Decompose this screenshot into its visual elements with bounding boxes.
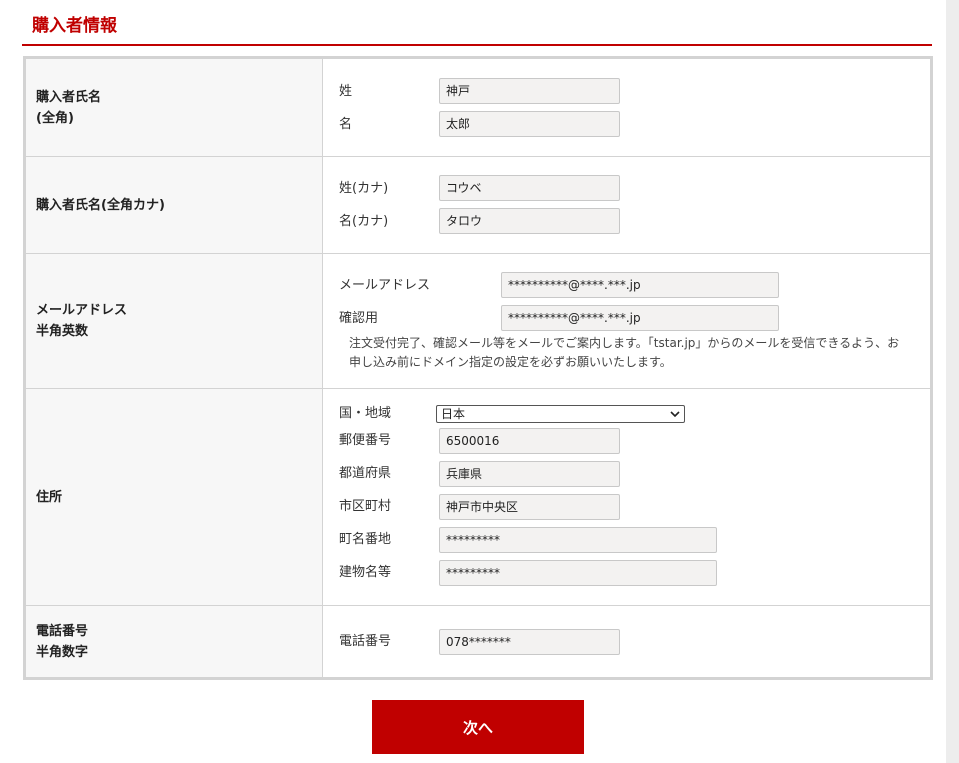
row-label-email: メールアドレス 半角英数 [26, 254, 323, 388]
chevron-down-icon [670, 411, 680, 418]
prefecture-label: 都道府県 [339, 466, 392, 481]
city-label: 市区町村 [339, 499, 392, 514]
city-input[interactable]: 神戸市中央区 [439, 494, 620, 520]
purchaser-form-table: 購入者氏名 (全角) 姓 神戸 名 太郎 購入者氏名(全角カナ) 姓(カナ) コ… [23, 56, 933, 680]
email-confirm-label: 確認用 [339, 311, 379, 326]
row-label-purchaser-kana: 購入者氏名(全角カナ) [26, 157, 323, 253]
phone-row-label: 電話番号 半角数字 [36, 623, 89, 660]
first-name-kana-label: 名(カナ) [339, 214, 389, 229]
last-name-kana-label: 姓(カナ) [339, 181, 389, 196]
row-purchaser-kana: 購入者氏名(全角カナ) 姓(カナ) コウベ 名(カナ) タロウ [26, 157, 930, 254]
email-label: メールアドレス [339, 278, 431, 293]
row-email: メールアドレス 半角英数 メールアドレス **********@****.***… [26, 254, 930, 389]
last-name-input[interactable]: 神戸 [439, 78, 620, 104]
last-name-label: 姓 [339, 84, 353, 99]
purchaser-kana-label: 購入者氏名(全角カナ) [36, 197, 165, 213]
section-title: 購入者情報 [32, 16, 117, 36]
last-name-kana-input[interactable]: コウベ [439, 175, 620, 201]
row-label-purchaser-name: 購入者氏名 (全角) [26, 59, 323, 156]
row-label-address: 住所 [26, 389, 323, 605]
first-name-kana-input[interactable]: タロウ [439, 208, 620, 234]
next-button[interactable]: 次へ [372, 700, 584, 754]
address-row-label: 住所 [36, 489, 63, 505]
row-phone: 電話番号 半角数字 電話番号 078******* [26, 606, 930, 677]
email-confirm-input[interactable]: **********@****.***.jp [501, 305, 779, 331]
page-scroll-gutter [946, 0, 959, 763]
country-select[interactable]: 日本 [436, 405, 685, 423]
row-purchaser-name: 購入者氏名 (全角) 姓 神戸 名 太郎 [26, 59, 930, 157]
first-name-label: 名 [339, 117, 353, 132]
email-input[interactable]: **********@****.***.jp [501, 272, 779, 298]
street-input[interactable]: ********* [439, 527, 717, 553]
country-label: 国・地域 [339, 406, 392, 421]
zip-input[interactable]: 6500016 [439, 428, 620, 454]
phone-input[interactable]: 078******* [439, 629, 620, 655]
email-domain-note: 注文受付完了、確認メール等をメールでご案内します。「tstar.jp」からのメー… [349, 336, 900, 369]
row-address: 住所 国・地域 日本 郵便番号 6500016 都道府県 兵庫県 市区町村 神戸… [26, 389, 930, 606]
row-label-phone: 電話番号 半角数字 [26, 606, 323, 677]
section-title-underline [22, 44, 932, 46]
first-name-input[interactable]: 太郎 [439, 111, 620, 137]
prefecture-input[interactable]: 兵庫県 [439, 461, 620, 487]
purchaser-name-label: 購入者氏名 (全角) [36, 89, 102, 126]
zip-label: 郵便番号 [339, 433, 392, 448]
email-row-label: メールアドレス 半角英数 [36, 303, 128, 339]
phone-label: 電話番号 [339, 634, 392, 649]
country-select-value: 日本 [441, 407, 466, 421]
street-label: 町名番地 [339, 532, 392, 547]
building-label: 建物名等 [339, 565, 392, 580]
building-input[interactable]: ********* [439, 560, 717, 586]
